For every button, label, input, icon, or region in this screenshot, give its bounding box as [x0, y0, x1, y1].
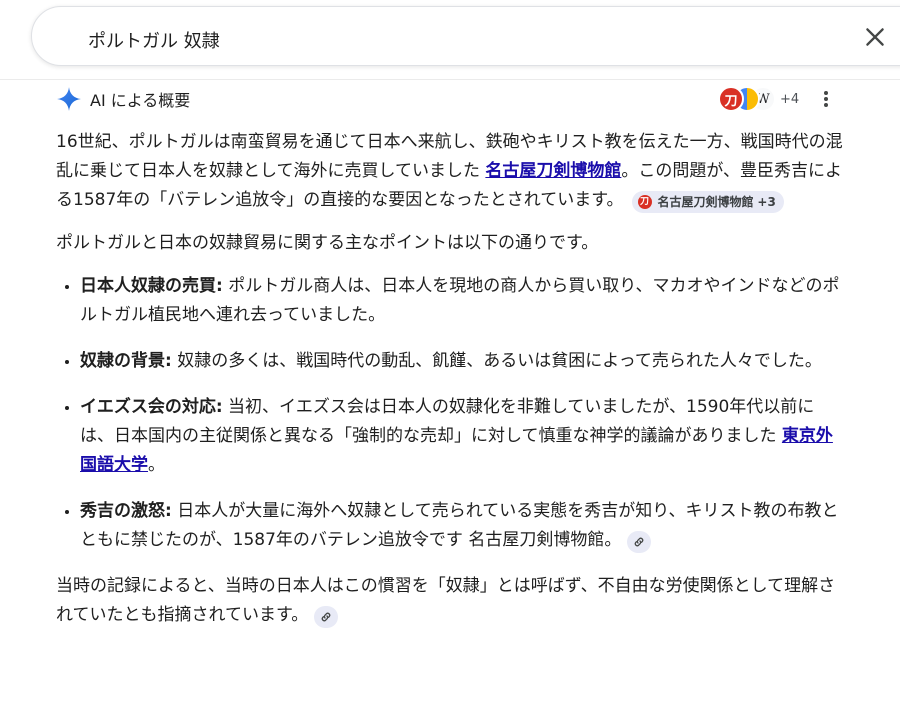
closing-paragraph: 当時の記録によると、当時の日本人はこの慣習を「奴隷」とは呼ばず、不自由な労使関係…	[56, 572, 846, 630]
divider	[0, 79, 900, 80]
list-item: 奴隷の背景: 奴隷の多くは、戦国時代の動乱、飢饉、あるいは貧困によって売られた人…	[80, 347, 846, 376]
link-touken-museum[interactable]: 名古屋刀剣博物館	[485, 161, 621, 181]
intro-text: ポルトガルと日本の奴隷貿易に関する主なポイントは以下の通りです。	[56, 233, 599, 253]
list-item: イエズス会の対応: 当初、イエズス会は日本人の奴隷化を非難していましたが、159…	[80, 393, 846, 480]
source-chip[interactable]: 刀名古屋刀剣博物館 +3	[631, 191, 784, 213]
search-box[interactable]: ポルトガル 奴隷	[31, 6, 900, 66]
list-item: 日本人奴隷の売買: ポルトガル商人は、日本人を現地の商人から買い取り、マカオやイ…	[80, 272, 846, 330]
source-favicon-touken[interactable]: 刀	[718, 86, 744, 112]
more-vert-icon[interactable]	[820, 88, 832, 110]
link-icon[interactable]	[314, 606, 339, 628]
sources-more-count[interactable]: +4	[780, 92, 799, 107]
paragraph-1: 16世紀、ポルトガルは南蛮貿易を通じて日本へ来航し、鉄砲やキリスト教を伝えた一方…	[56, 128, 846, 215]
points-list: 日本人奴隷の売買: ポルトガル商人は、日本人を現地の商人から買い取り、マカオやイ…	[56, 272, 846, 555]
ai-overview-title: AI による概要	[90, 91, 191, 110]
sparkle-icon	[57, 87, 81, 111]
ai-overview-header: AI による概要	[56, 86, 190, 112]
ai-overview-content: 16世紀、ポルトガルは南蛮貿易を通じて日本へ来航し、鉄砲やキリスト教を伝えた一方…	[56, 128, 846, 644]
link-icon[interactable]	[627, 531, 652, 553]
search-query[interactable]: ポルトガル 奴隷	[88, 29, 220, 55]
source-favicons[interactable]: 刀 W +4	[718, 86, 799, 112]
touken-favicon-icon: 刀	[637, 195, 652, 209]
close-icon[interactable]	[862, 24, 888, 50]
list-item: 秀吉の激怒: 日本人が大量に海外へ奴隷として売られている実態を秀吉が知り、キリス…	[80, 497, 846, 555]
